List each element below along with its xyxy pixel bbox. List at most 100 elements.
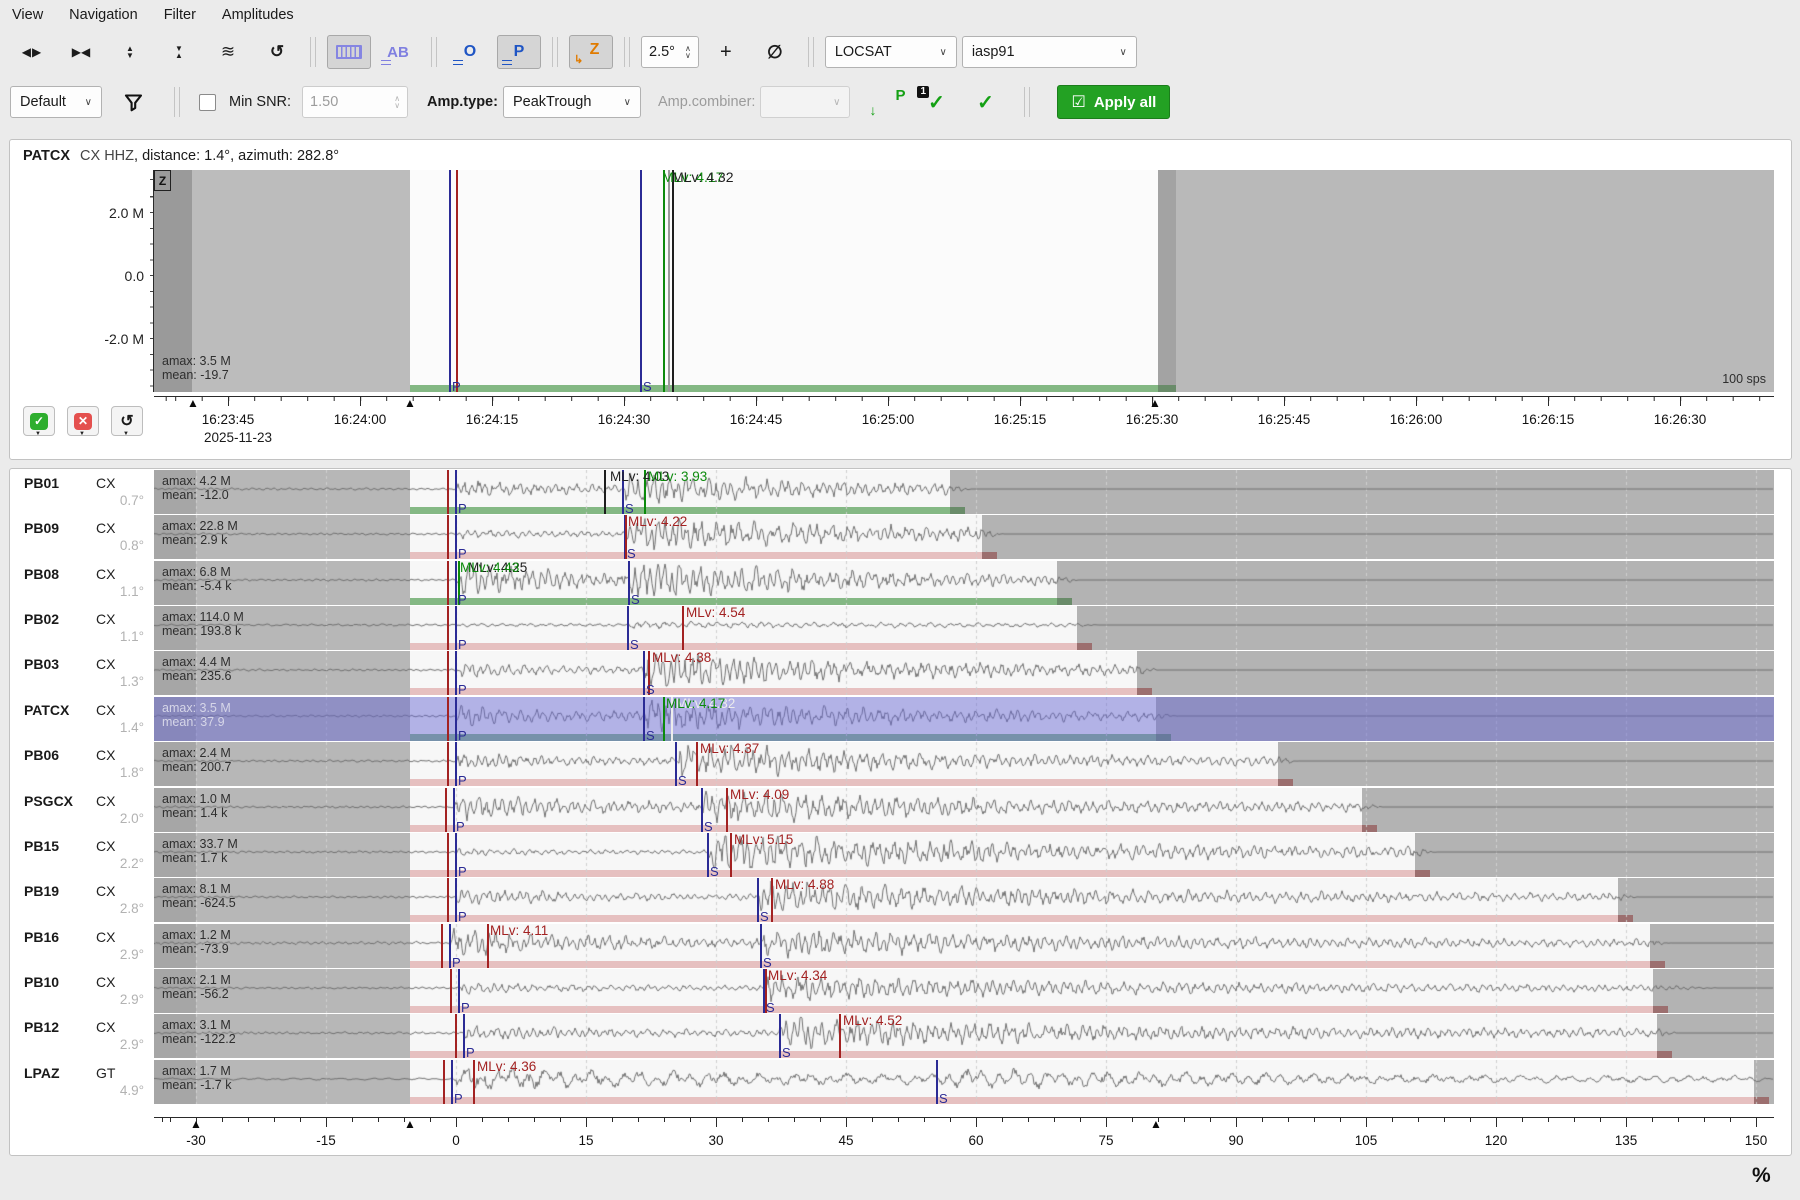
min-snr-spinbox[interactable]: 1.50 ∧∨ <box>302 86 408 118</box>
menu-filter[interactable]: Filter <box>164 7 196 23</box>
origin-underbar-icon <box>453 60 463 65</box>
station-row[interactable]: PB09CX0.8°PSMLv: 4.22amax: 22.8 M mean: … <box>10 515 1791 559</box>
zoom-trace-plot[interactable]: ZPSMLv: 4.17MLv: 4.32amax: 3.5 Mmean: -1… <box>154 170 1774 392</box>
accept-trace-button[interactable]: ✓ ▼ <box>23 406 55 436</box>
station-trace[interactable]: PSMLv: 4.11amax: 1.2 M mean: -73.9 <box>154 924 1774 968</box>
apply-all-button[interactable]: ☑ Apply all <box>1057 85 1170 119</box>
spin-arrows-icon[interactable]: ∧∨ <box>685 45 691 60</box>
filter-button[interactable] <box>111 85 155 119</box>
waveform-canvas[interactable] <box>154 470 1774 514</box>
waveform-canvas[interactable] <box>154 833 1774 877</box>
axis-tick-label: -15 <box>286 1133 366 1148</box>
mlv-label: MLv: 4.36 <box>477 1060 536 1074</box>
amp-type-select[interactable]: PeakTrough ∨ <box>503 86 641 118</box>
restore-button[interactable]: ↺ <box>255 35 299 69</box>
filter-toggle-button[interactable]: ≋ <box>206 35 250 69</box>
station-row[interactable]: PB02CX1.1°PSMLv: 4.54amax: 114.0 M mean:… <box>10 606 1791 650</box>
waveform-canvas[interactable] <box>154 969 1774 1013</box>
station-row[interactable]: PSGCXCX2.0°PSMLv: 4.09amax: 1.0 M mean: … <box>10 788 1791 832</box>
pick-line <box>451 1060 453 1104</box>
waveform-canvas[interactable] <box>154 1014 1774 1058</box>
scale-grip-icon[interactable]: % <box>1752 1164 1771 1188</box>
station-row[interactable]: PB19CX2.8°PSMLv: 4.88amax: 8.1 M mean: -… <box>10 878 1791 922</box>
station-code: LPAZ <box>24 1065 60 1081</box>
station-trace[interactable]: PSMLv: 4.22amax: 22.8 M mean: 2.9 k <box>154 515 1774 559</box>
station-trace[interactable]: PSMLv: 4.38amax: 4.4 M mean: 235.6 <box>154 651 1774 695</box>
axis-tick <box>624 396 625 406</box>
station-trace[interactable]: PSMLv: 4.32MLv: 4.17amax: 3.5 M mean: 37… <box>154 697 1774 741</box>
station-trace[interactable]: PSMLv: 4.25MLv: 4.43amax: 6.8 M mean: -5… <box>154 561 1774 605</box>
station-trace[interactable]: PSMLv: 4.36amax: 1.7 M mean: -1.7 k <box>154 1060 1774 1104</box>
station-trace[interactable]: PSMLv: 5.15amax: 33.7 M mean: 1.7 k <box>154 833 1774 877</box>
axis-tick <box>1366 1117 1367 1127</box>
reject-trace-button[interactable]: ✕ ▼ <box>67 406 99 436</box>
station-trace[interactable]: PSMLv: 4.52amax: 3.1 M mean: -122.2 <box>154 1014 1774 1058</box>
station-trace[interactable]: PSMLv: 4.03MLv: 3.93amax: 4.2 M mean: -1… <box>154 470 1774 514</box>
add-station-button[interactable]: + <box>704 35 748 69</box>
station-trace[interactable]: PSMLv: 4.09amax: 1.0 M mean: 1.4 k <box>154 788 1774 832</box>
station-row[interactable]: LPAZGT4.9°PSMLv: 4.36amax: 1.7 M mean: -… <box>10 1060 1791 1104</box>
station-trace[interactable]: PSMLv: 4.37amax: 2.4 M mean: 200.7 <box>154 742 1774 786</box>
waveform-canvas[interactable] <box>154 878 1774 922</box>
station-row[interactable]: PB03CX1.3°PSMLv: 4.38amax: 4.4 M mean: 2… <box>10 651 1791 695</box>
normalize-button[interactable]: ▼▲ <box>157 35 201 69</box>
sps-label: 100 sps <box>1722 372 1766 386</box>
marker-triangle-icon: ▲ <box>404 1117 416 1131</box>
hide-traces-button[interactable]: ∅ <box>753 35 797 69</box>
menu-navigation[interactable]: Navigation <box>69 7 138 23</box>
p-pick-button[interactable]: P <box>497 35 541 69</box>
station-row[interactable]: PB06CX1.8°PSMLv: 4.37amax: 2.4 M mean: 2… <box>10 742 1791 786</box>
plot-zone <box>1176 170 1774 392</box>
locator-select[interactable]: LOCSAT ∨ <box>825 36 957 68</box>
station-network: CX <box>96 475 115 491</box>
ab-labels-button[interactable]: AB <box>376 35 420 69</box>
distance-spinbox[interactable]: 2.5° ∧∨ <box>641 36 699 68</box>
profile-value: Default <box>20 94 66 110</box>
waveform-canvas[interactable] <box>154 561 1774 605</box>
station-trace[interactable]: PSMLv: 4.88amax: 8.1 M mean: -624.5 <box>154 878 1774 922</box>
waveform-canvas[interactable] <box>154 651 1774 695</box>
menu-view[interactable]: View <box>12 7 43 23</box>
station-row[interactable]: PB15CX2.2°PSMLv: 5.15amax: 33.7 M mean: … <box>10 833 1791 877</box>
mlv-label: MLv: 4.37 <box>700 742 759 756</box>
station-code: PB03 <box>24 656 59 672</box>
waveform-canvas[interactable] <box>154 788 1774 832</box>
station-trace[interactable]: PSMLv: 4.54amax: 114.0 M mean: 193.8 k <box>154 606 1774 650</box>
axis-tick-label: 16:24:30 <box>584 412 664 427</box>
waveform-canvas[interactable] <box>154 606 1774 650</box>
pick-line <box>455 606 457 650</box>
pick-line <box>463 1014 465 1058</box>
confirm-count-button[interactable]: ✓ 1 <box>914 85 958 119</box>
waveform-canvas[interactable] <box>154 1060 1774 1104</box>
ruler-button[interactable] <box>327 35 371 69</box>
station-trace[interactable]: PSMLv: 4.34amax: 2.1 M mean: -56.2 <box>154 969 1774 1013</box>
waveform-canvas[interactable] <box>154 924 1774 968</box>
confirm-button[interactable]: ✓ <box>963 85 1007 119</box>
z-component-button[interactable]: Z ↳ <box>569 35 613 69</box>
marker-triangle-icon: ▲ <box>404 396 416 410</box>
align-origin-button[interactable]: ▶◀ <box>59 35 103 69</box>
station-row[interactable]: PB08CX1.1°PSMLv: 4.25MLv: 4.43amax: 6.8 … <box>10 561 1791 605</box>
pick-amplitudes-button[interactable]: P ↓ <box>865 85 909 119</box>
station-network: CX <box>96 611 115 627</box>
pick-line <box>443 1060 445 1104</box>
marker-triangle-icon: ▲ <box>1150 1117 1162 1131</box>
profile-select[interactable]: Default ∨ <box>10 86 102 118</box>
amax-label: amax: 4.2 M mean: -12.0 <box>162 474 231 502</box>
fit-horizontal-button[interactable]: ◀▶ <box>10 35 54 69</box>
velocity-model-select[interactable]: iasp91 ∨ <box>962 36 1137 68</box>
station-row[interactable]: PB12CX2.9°PSMLv: 4.52amax: 3.1 M mean: -… <box>10 1014 1791 1058</box>
station-row[interactable]: PB10CX2.9°PSMLv: 4.34amax: 2.1 M mean: -… <box>10 969 1791 1013</box>
menu-amplitudes[interactable]: Amplitudes <box>222 7 294 23</box>
station-row[interactable]: PATCXCX1.4°PSMLv: 4.32MLv: 4.17amax: 3.5… <box>10 697 1791 741</box>
axis-minor-ticks <box>154 396 1774 401</box>
expand-vertical-button[interactable]: ▲▼ <box>108 35 152 69</box>
station-row[interactable]: PB01CX0.7°PSMLv: 4.03MLv: 3.93amax: 4.2 … <box>10 470 1791 514</box>
station-row[interactable]: PB16CX2.9°PSMLv: 4.11amax: 1.2 M mean: -… <box>10 924 1791 968</box>
origin-pick-button[interactable]: O <box>448 35 492 69</box>
station-code: PB01 <box>24 475 59 491</box>
revert-trace-button[interactable]: ↺ ▼ <box>111 406 143 436</box>
min-snr-checkbox[interactable] <box>199 94 216 111</box>
waveform-canvas[interactable] <box>154 742 1774 786</box>
waveform-canvas[interactable] <box>154 515 1774 559</box>
